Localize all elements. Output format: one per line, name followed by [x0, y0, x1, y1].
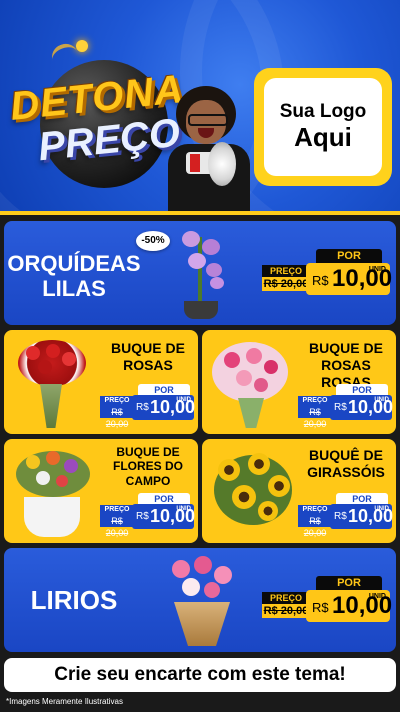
megaphone-icon — [186, 142, 236, 186]
discount-badge: -50% — [136, 231, 170, 251]
unit-label: UNID — [368, 593, 386, 600]
price-tag: POR PREÇO R$ 20,00 R$ 10,00 UNID — [298, 493, 393, 538]
unit-label: UNID — [374, 397, 389, 403]
current-price-box: R$ 10,00 UNID — [306, 263, 392, 295]
logo-placeholder[interactable]: Sua Logo Aqui — [254, 68, 392, 186]
product-name-line-1: BUQUE DE — [116, 445, 180, 459]
product-card-buque-rosas: BUQUE DE ROSAS POR PREÇO R$ 20,00 R$ 10,… — [4, 330, 198, 434]
preco-label: PREÇO — [298, 396, 332, 406]
product-card-girassois: BUQUÊ DE GIRASSÓIS POR PREÇO R$ 20,00 R$… — [202, 439, 396, 543]
por-label: POR — [316, 576, 382, 590]
pink-bouquet-image — [208, 338, 294, 428]
currency-symbol: R$ — [334, 402, 347, 413]
current-price-box: R$ 10,00 UNID — [330, 395, 393, 420]
product-card-lirios: LIRIOS POR PREÇO R$ 20,00 R$ 10,00 UNID — [4, 548, 396, 652]
header-banner: DETONA PREÇO Sua Logo Aqui — [0, 0, 400, 212]
product-name-line-1: BUQUE DE — [111, 340, 185, 356]
old-price: R$ 20,00 — [262, 604, 310, 618]
price-tag: POR PREÇO R$ 20,00 R$ 10,00 UNID — [262, 249, 392, 295]
current-price-box: R$ 10,00 UNID — [132, 395, 195, 420]
price-tag: POR PREÇO R$ 20,00 R$ 10,00 UNID — [100, 493, 195, 538]
current-price-box: R$ 10,00 UNID — [132, 504, 195, 529]
currency-symbol: R$ — [136, 511, 149, 522]
product-name-line-2: LILAS — [42, 276, 106, 302]
unit-label: UNID — [176, 397, 191, 403]
currency-symbol: R$ — [334, 511, 347, 522]
cta-button[interactable]: Crie seu encarte com este tema! — [4, 658, 396, 692]
por-label: POR — [316, 249, 382, 263]
old-price: R$ 20,00 — [298, 406, 332, 429]
product-name-line-1: BUQUÊ DE — [309, 447, 383, 463]
currency-symbol: R$ — [312, 273, 329, 288]
product-name-line-3: CAMPO — [125, 473, 171, 488]
preco-label: PREÇO — [262, 265, 310, 277]
product-name-line-1: BUQUE DE — [309, 340, 383, 356]
currency-symbol: R$ — [312, 600, 329, 615]
orchid-image — [174, 227, 230, 319]
product-name-line-1: LIRIOS — [30, 585, 118, 615]
old-price: R$ 20,00 — [298, 515, 332, 538]
lily-bouquet-image — [164, 552, 240, 648]
product-card-flores-do-campo: BUQUE DE FLORES DO CAMPO POR PREÇO R$ 20… — [4, 439, 198, 543]
wildflower-bouquet-image — [12, 445, 94, 539]
old-price: R$ 20,00 — [262, 277, 310, 291]
sunflower-bouquet-image — [208, 445, 298, 539]
spark-icon — [76, 40, 88, 52]
price-tag: POR PREÇO R$ 20,00 R$ 10,00 UNID — [298, 384, 393, 429]
current-price-box: R$ 10,00 UNID — [330, 504, 393, 529]
price-tag: POR PREÇO R$ 20,00 R$ 10,00 UNID — [100, 384, 195, 429]
rose-bouquet-image — [12, 336, 92, 428]
preco-label: PREÇO — [262, 592, 310, 604]
product-name-line-2: GIRASSÓIS — [307, 463, 385, 480]
logo-text-line-2: Aqui — [294, 121, 352, 152]
current-price-box: R$ 10,00 UNID — [306, 590, 392, 622]
product-name-line-1: ORQUÍDEAS — [7, 251, 141, 276]
product-name-line-2: ROSAS — [123, 356, 173, 373]
old-price: R$ 20,00 — [100, 515, 134, 538]
price-tag: POR PREÇO R$ 20,00 R$ 10,00 UNID — [262, 576, 392, 622]
preco-label: PREÇO — [100, 505, 134, 515]
logo-text-line-1: Sua Logo — [279, 101, 367, 123]
preco-label: PREÇO — [100, 396, 134, 406]
unit-label: UNID — [176, 506, 191, 512]
unit-label: UNID — [374, 506, 389, 512]
currency-symbol: R$ — [136, 402, 149, 413]
unit-label: UNID — [368, 266, 386, 273]
preco-label: PREÇO — [298, 505, 332, 515]
divider — [0, 211, 400, 215]
product-card-orquideas: ORQUÍDEAS LILAS POR PREÇO R$ 20,00 R$ 10… — [4, 221, 396, 325]
old-price: R$ 20,00 — [100, 406, 134, 429]
product-name-line-2: FLORES DO — [112, 459, 183, 474]
disclaimer-text: *Imagens Meramente Ilustrativas — [6, 697, 123, 706]
product-card-buque-rosas-rosas: BUQUE DE ROSAS ROSAS POR PREÇO R$ 20,00 … — [202, 330, 396, 434]
